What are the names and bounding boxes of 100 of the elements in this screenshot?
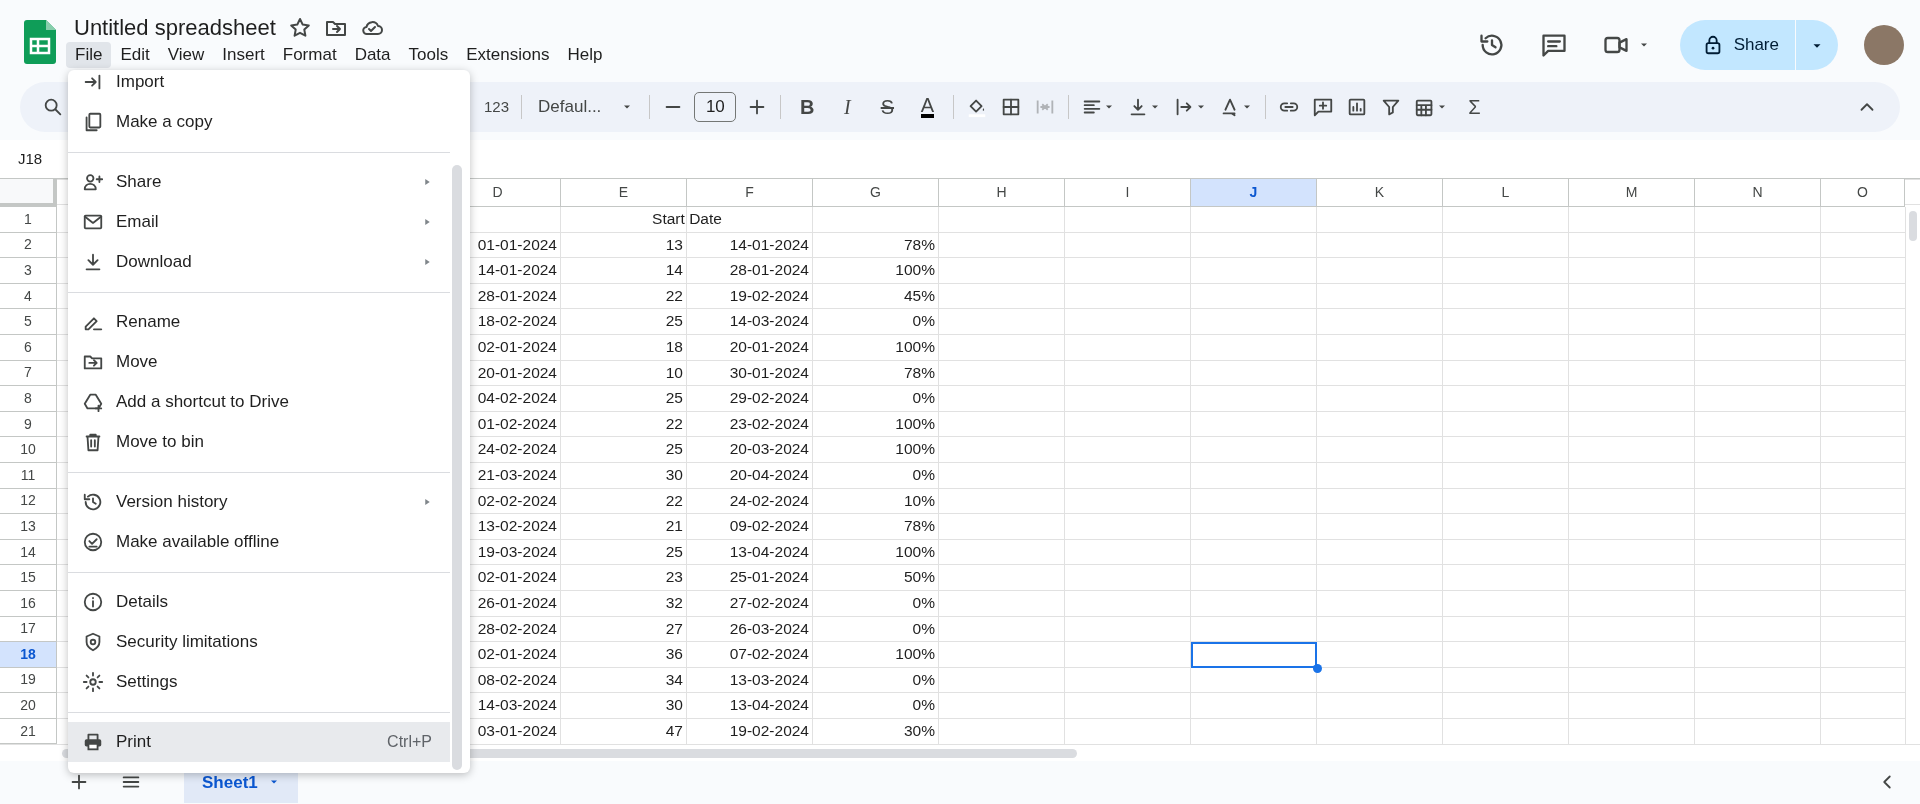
menu-item[interactable]: Tools (399, 42, 458, 68)
row-header[interactable]: 8 (0, 386, 57, 412)
name-box[interactable]: J18 (18, 147, 43, 171)
menu-item[interactable]: Details (68, 582, 450, 622)
column-header[interactable]: J (1191, 179, 1317, 207)
menu-item[interactable]: File (66, 42, 112, 68)
table-cell-text: 22 (664, 490, 684, 511)
row-header[interactable]: 4 (0, 283, 57, 310)
menu-item[interactable]: Rename (68, 302, 450, 342)
bold-button[interactable]: B (787, 90, 828, 124)
table-cell-text: 27-02-2024 (728, 592, 810, 613)
table-cell-text: 29-02-2024 (728, 388, 810, 409)
menu-item[interactable]: Extensions (457, 42, 559, 68)
drive-add-icon (82, 391, 104, 413)
column-header[interactable]: E (561, 179, 687, 207)
row-header[interactable]: 7 (0, 360, 57, 387)
menu-item[interactable]: Edit (111, 42, 159, 68)
menu-item[interactable]: Move (68, 342, 450, 382)
menu-item[interactable]: Download (68, 242, 450, 282)
document-title[interactable]: Untitled spreadsheet (74, 14, 276, 42)
menu-item[interactable]: Make available offline (68, 522, 450, 562)
table-cell-text: 20-03-2024 (728, 439, 810, 460)
table-cell-text: 0% (911, 464, 936, 485)
table-cell-text: 02-01-2024 (476, 567, 558, 588)
table-cell-text: 20-04-2024 (728, 464, 810, 485)
menu-item[interactable]: Data (345, 42, 400, 68)
row-header[interactable]: 19 (0, 667, 57, 694)
row-header[interactable]: 6 (0, 334, 57, 361)
row-header[interactable]: 16 (0, 590, 57, 617)
column-header[interactable]: G (813, 179, 939, 207)
check-circle-icon (82, 531, 104, 553)
table-cell-text: 0% (911, 311, 936, 332)
row-header[interactable]: 1 (0, 207, 57, 233)
table-cell-text: 01-01-2024 (476, 234, 558, 255)
menu-item[interactable]: View (158, 42, 214, 68)
row-header[interactable]: 21 (0, 718, 57, 745)
column-header[interactable]: H (939, 179, 1065, 207)
selected-cell[interactable] (1191, 642, 1317, 668)
row-header[interactable]: 15 (0, 565, 57, 591)
menu-item[interactable]: Print Ctrl+P (68, 722, 450, 762)
menu-item[interactable]: Settings (68, 662, 450, 702)
row-header[interactable]: 11 (0, 462, 57, 489)
row-header[interactable]: 5 (0, 309, 57, 335)
menu-item[interactable]: Format (273, 42, 346, 68)
table-cell-text: 100% (894, 260, 936, 281)
strikethrough-button[interactable]: S (867, 90, 908, 124)
table-cell-text: 78% (902, 516, 936, 537)
row-header[interactable]: 12 (0, 488, 57, 515)
menu-item[interactable]: Version history (68, 482, 450, 522)
row-header[interactable]: 17 (0, 616, 57, 643)
row-header[interactable]: 14 (0, 539, 57, 566)
table-cell-text: 30-01-2024 (728, 362, 810, 383)
vertical-scrollbar[interactable] (1905, 207, 1920, 745)
italic-button[interactable]: I (827, 90, 868, 124)
row-header[interactable]: 9 (0, 411, 57, 438)
menu-item[interactable]: Import (68, 70, 450, 102)
row-header[interactable]: 10 (0, 437, 57, 463)
table-cell-text: 10 (664, 362, 684, 383)
sheets-logo[interactable] (24, 20, 56, 64)
table-cell-text: 24-02-2024 (476, 439, 558, 460)
functions-button[interactable]: Σ (1454, 90, 1495, 124)
table-cell-text: 19-03-2024 (476, 541, 558, 562)
table-cell-text: 09-02-2024 (728, 516, 810, 537)
column-header[interactable]: L (1443, 179, 1569, 207)
menu-item[interactable]: Add a shortcut to Drive (68, 382, 450, 422)
table-cell-text: 0% (911, 592, 936, 613)
avatar[interactable] (1864, 25, 1904, 65)
text-color-button[interactable]: A (907, 90, 948, 124)
row-header[interactable]: 2 (0, 232, 57, 259)
column-header[interactable]: K (1317, 179, 1443, 207)
table-cell-text: 25 (664, 541, 684, 562)
star-icon[interactable] (287, 16, 312, 40)
table-cell-text: 14-01-2024 (728, 234, 810, 255)
column-header[interactable]: M (1569, 179, 1695, 207)
column-header[interactable]: F (687, 179, 813, 207)
row-header[interactable]: 20 (0, 693, 57, 719)
menu-item[interactable]: Insert (213, 42, 274, 68)
fill-handle[interactable] (1313, 663, 1322, 673)
table-cell-text: 100% (894, 644, 936, 665)
row-header[interactable]: 3 (0, 258, 57, 284)
table-cell-text: 13-03-2024 (728, 669, 810, 690)
menu-item[interactable]: Help (558, 42, 612, 68)
font-dropdown[interactable]: Defaul... (528, 90, 644, 124)
number-format-button[interactable]: 123 (478, 90, 516, 124)
table-cell-text: 19-02-2024 (728, 720, 810, 741)
table-cell-text: 19-02-2024 (728, 285, 810, 306)
column-header[interactable]: O (1821, 179, 1905, 207)
table-cell-text: 22 (664, 285, 684, 306)
font-size-field[interactable]: 10 (694, 92, 737, 122)
column-header[interactable]: N (1695, 179, 1821, 207)
table-cell-text: 28-01-2024 (476, 285, 558, 306)
table-cell-text: 21-03-2024 (476, 464, 558, 485)
menu-item[interactable]: Security limitations (68, 622, 450, 662)
table-cell-text: 24-02-2024 (728, 490, 810, 511)
menu-item[interactable]: Make a copy (68, 102, 450, 142)
row-header[interactable]: 18 (0, 642, 57, 668)
row-header[interactable]: 13 (0, 514, 57, 540)
menu-item[interactable]: Move to bin (68, 422, 450, 462)
column-header[interactable]: I (1065, 179, 1191, 207)
table-cell-text: 30% (902, 720, 936, 741)
